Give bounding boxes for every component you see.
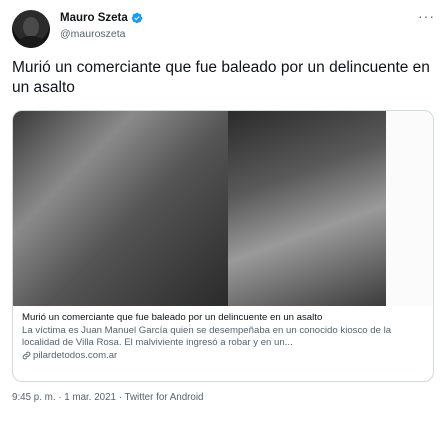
card-photo-left <box>13 111 228 306</box>
card-image[interactable] <box>13 111 433 306</box>
card-domain-row: pilardetodos.com.ar <box>22 350 424 361</box>
more-options-icon[interactable]: ··· <box>418 8 435 24</box>
avatar-body <box>17 36 45 48</box>
avatar-face <box>23 17 39 37</box>
card-description: La víctima es Juan Manuel García quien s… <box>22 325 392 348</box>
verified-badge-icon <box>131 12 142 24</box>
link-icon <box>22 351 31 360</box>
card-photo-background <box>386 111 433 306</box>
link-preview-card[interactable]: Murió un comerciante que fue baleado por… <box>12 110 434 382</box>
tweet-timestamp[interactable]: 9:45 p. m. · 1 mar. 2021 · Twitter for A… <box>12 392 204 403</box>
author-name-row: Mauro Szeta <box>60 12 143 24</box>
author-handle[interactable]: @mauroszeta <box>60 28 126 40</box>
card-title: Murió un comerciante que fue baleado por… <box>22 312 323 323</box>
card-domain: pilardetodos.com.ar <box>33 350 118 361</box>
tweet-container: Mauro Szeta @mauroszeta ··· Murió un com… <box>0 0 447 446</box>
author-display-name[interactable]: Mauro Szeta <box>60 12 128 24</box>
author-avatar[interactable] <box>12 10 50 48</box>
card-body[interactable]: Murió un comerciante que fue baleado por… <box>13 306 433 361</box>
tweet-text: Murió un comerciante que fue baleado por… <box>12 59 430 96</box>
card-photo-right <box>228 111 386 306</box>
